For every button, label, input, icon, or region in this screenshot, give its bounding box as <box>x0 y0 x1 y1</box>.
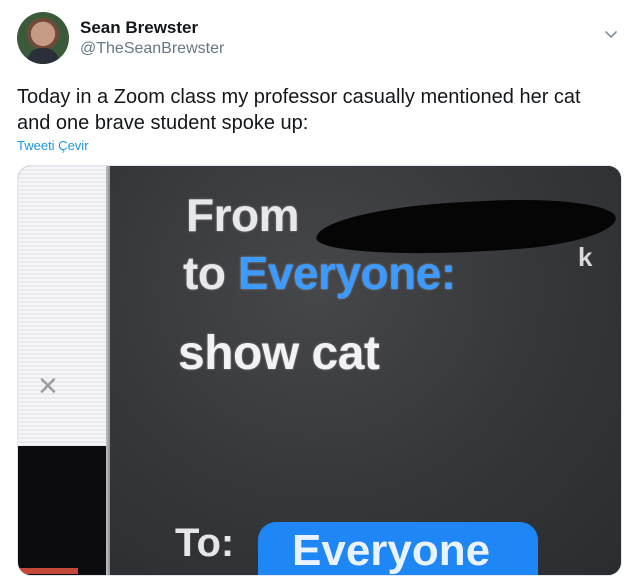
photo-dark-block <box>18 446 110 575</box>
tweet-text-line-2: and one brave student spoke up: <box>17 112 309 134</box>
to-recipient-value: Everyone <box>292 526 491 575</box>
translate-tweet-link[interactable]: Tweeti Çevir <box>17 138 89 153</box>
author-handle[interactable]: @TheSeanBrewster <box>80 40 224 58</box>
chat-message: show cat <box>178 327 380 380</box>
chevron-down-icon[interactable] <box>603 26 619 42</box>
close-icon: × <box>38 367 58 405</box>
chat-from-label: From <box>186 189 300 241</box>
tweet-text-line-1: Today in a Zoom class my professor casua… <box>17 86 581 108</box>
chat-to-prefix: to <box>183 247 226 299</box>
chat-to-recipient: Everyone: <box>237 247 456 299</box>
avatar[interactable] <box>17 12 69 64</box>
tweet-photo[interactable]: × From k to Everyone: show cat To: Every… <box>17 165 622 576</box>
photo-left-panel: × <box>18 166 110 575</box>
chat-to-line: to Everyone: <box>183 246 456 300</box>
to-label: To: <box>175 521 235 565</box>
avatar-shirt <box>27 48 59 64</box>
tweet-text: Today in a Zoom class my professor casua… <box>17 84 617 136</box>
tweet-card: Sean Brewster @TheSeanBrewster Today in … <box>0 0 635 583</box>
photo-red-line <box>18 568 78 574</box>
to-recipient-pill: Everyone <box>258 522 538 575</box>
author-name[interactable]: Sean Brewster <box>80 18 198 38</box>
redaction-tail-letter: k <box>578 242 593 272</box>
